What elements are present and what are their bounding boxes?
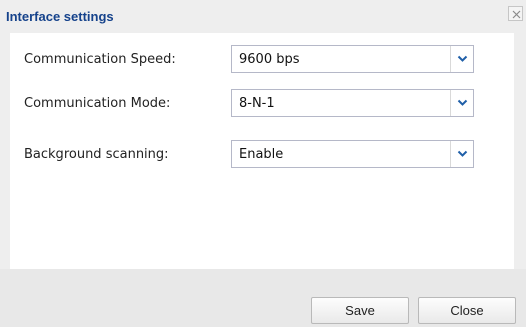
field-row-communication-mode: Communication Mode: 8-N-1: [10, 89, 514, 119]
dialog-titlebar: Interface settings: [0, 0, 526, 33]
field-row-communication-speed: Communication Speed: 9600 bps: [10, 45, 514, 75]
background-scanning-label: Background scanning:: [24, 147, 169, 162]
dialog-title: Interface settings: [6, 9, 114, 24]
communication-mode-label: Communication Mode:: [24, 96, 171, 111]
chevron-down-icon[interactable]: [450, 141, 473, 167]
close-icon[interactable]: [508, 6, 523, 21]
chevron-down-icon[interactable]: [450, 46, 473, 72]
interface-settings-dialog: Interface settings Communication Speed: …: [0, 0, 526, 327]
communication-speed-label: Communication Speed:: [24, 52, 176, 67]
chevron-down-icon[interactable]: [450, 90, 473, 116]
communication-mode-select[interactable]: 8-N-1: [231, 89, 474, 117]
communication-speed-select[interactable]: 9600 bps: [231, 45, 474, 73]
field-row-background-scanning: Background scanning: Enable: [10, 140, 514, 170]
settings-form: Communication Speed: 9600 bps Communicat…: [10, 33, 514, 269]
save-button[interactable]: Save: [311, 297, 409, 324]
communication-speed-value: 9600 bps: [239, 52, 300, 67]
close-button[interactable]: Close: [418, 297, 516, 324]
background-scanning-value: Enable: [239, 147, 284, 162]
background-scanning-select[interactable]: Enable: [231, 140, 474, 168]
communication-mode-value: 8-N-1: [239, 96, 275, 111]
